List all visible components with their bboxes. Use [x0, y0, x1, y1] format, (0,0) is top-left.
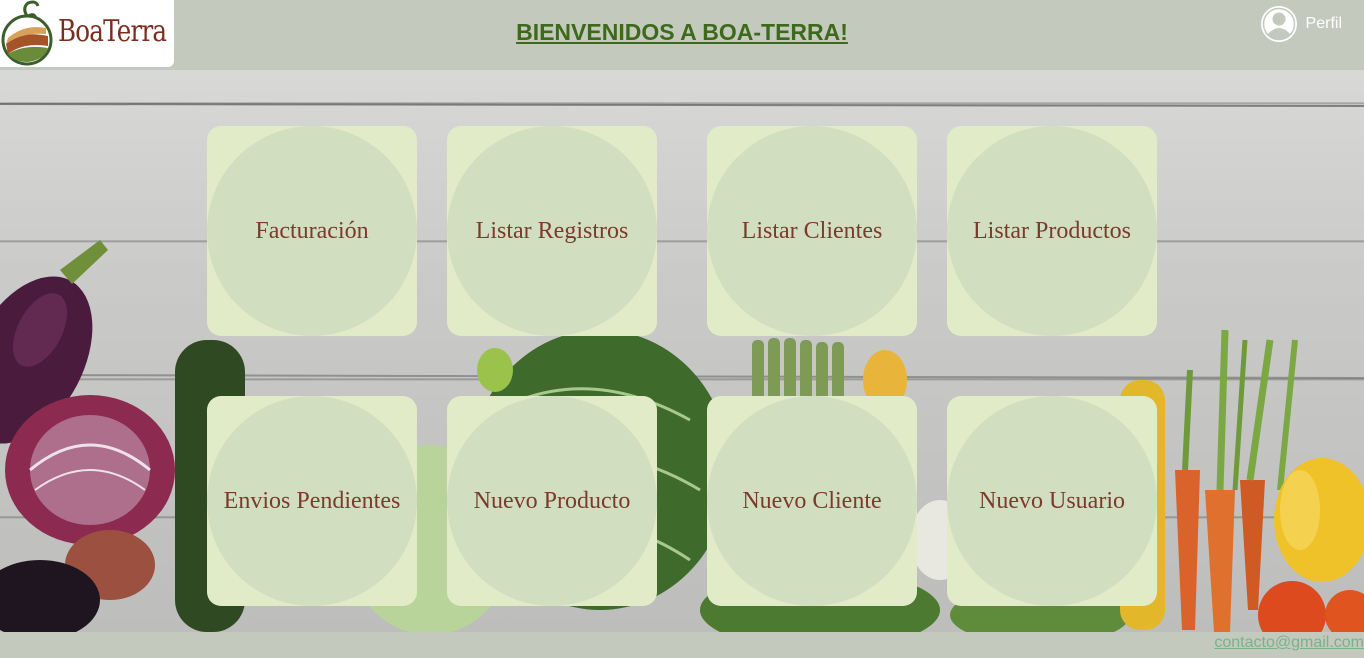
tile-listar-productos[interactable]: Listar Productos	[947, 126, 1157, 336]
tile-circle: Listar Productos	[947, 126, 1157, 336]
tile-envios-pendientes[interactable]: Envios Pendientes	[207, 396, 417, 606]
tile-circle: Envios Pendientes	[207, 396, 417, 606]
tile-listar-clientes[interactable]: Listar Clientes	[707, 126, 917, 336]
tile-label: Facturación	[255, 217, 369, 244]
tile-nuevo-usuario[interactable]: Nuevo Usuario	[947, 396, 1157, 606]
tile-nuevo-producto[interactable]: Nuevo Producto	[447, 396, 657, 606]
tile-circle: Facturación	[207, 126, 417, 336]
tile-nuevo-cliente[interactable]: Nuevo Cliente	[707, 396, 917, 606]
footer: contacto@gmail.com	[0, 632, 1364, 658]
profile-label: Perfil	[1305, 15, 1342, 32]
tile-label: Nuevo Usuario	[979, 487, 1125, 514]
tile-facturacion[interactable]: Facturación	[207, 126, 417, 336]
header: BoaTerra BIENVENIDOS A BOA-TERRA! Perfil	[0, 0, 1364, 70]
tile-label: Listar Registros	[475, 217, 629, 244]
tile-circle: Nuevo Cliente	[707, 396, 917, 606]
tile-label: Envios Pendientes	[223, 487, 401, 514]
tile-label: Listar Clientes	[741, 217, 883, 244]
tile-label: Nuevo Producto	[473, 487, 631, 514]
profile-button[interactable]: Perfil	[1260, 5, 1342, 43]
tile-label: Nuevo Cliente	[742, 487, 882, 514]
menu-grid: Facturación Listar Registros Listar Clie…	[207, 126, 1157, 606]
user-avatar-icon	[1260, 6, 1297, 42]
page-title: BIENVENIDOS A BOA-TERRA!	[516, 19, 848, 45]
tile-circle: Nuevo Usuario	[947, 396, 1157, 606]
tile-listar-registros[interactable]: Listar Registros	[447, 126, 657, 336]
tile-circle: Listar Clientes	[707, 126, 917, 336]
tile-circle: Listar Registros	[447, 126, 657, 336]
tile-label: Listar Productos	[973, 217, 1131, 244]
contact-email-link[interactable]: contacto@gmail.com	[1214, 634, 1364, 652]
tile-circle: Nuevo Producto	[447, 396, 657, 606]
